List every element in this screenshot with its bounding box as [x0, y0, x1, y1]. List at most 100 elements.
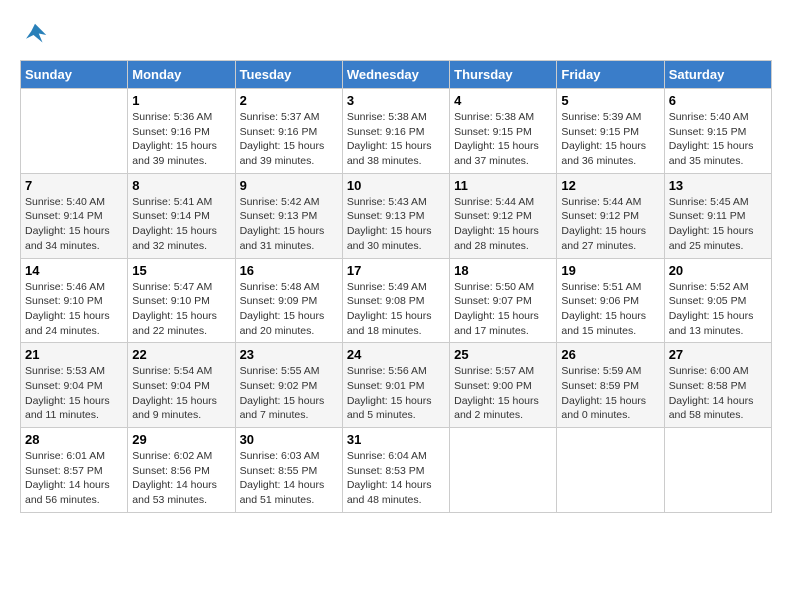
day-details: Sunrise: 5:51 AM Sunset: 9:06 PM Dayligh… [561, 280, 659, 339]
day-details: Sunrise: 5:41 AM Sunset: 9:14 PM Dayligh… [132, 195, 230, 254]
calendar-week-3: 14Sunrise: 5:46 AM Sunset: 9:10 PM Dayli… [21, 258, 772, 343]
day-number: 30 [240, 432, 338, 447]
day-number: 3 [347, 93, 445, 108]
day-details: Sunrise: 5:47 AM Sunset: 9:10 PM Dayligh… [132, 280, 230, 339]
day-number: 23 [240, 347, 338, 362]
day-details: Sunrise: 5:45 AM Sunset: 9:11 PM Dayligh… [669, 195, 767, 254]
calendar-week-5: 28 Sunrise: 6:01 AM Sunset: 8:57 PM Dayli… [21, 428, 772, 513]
day-number: 29 [132, 432, 230, 447]
calendar-cell: 20 Sunrise: 5:52 AM Sunset: 9:05 PM Dayli… [664, 258, 771, 343]
day-number: 8 [132, 178, 230, 193]
weekday-header-friday: Friday [557, 61, 664, 89]
calendar-cell: 13 Sunrise: 5:45 AM Sunset: 9:11 PM Dayli… [664, 173, 771, 258]
calendar-cell: 10 Sunrise: 5:43 AM Sunset: 9:13 PM Dayli… [342, 173, 449, 258]
day-details: Sunrise: 5:56 AM Sunset: 9:01 PM Dayligh… [347, 364, 445, 423]
calendar-cell: 9Sunrise: 5:42 AM Sunset: 9:13 PM Daylig… [235, 173, 342, 258]
day-details: Sunrise: 6:02 AM Sunset: 8:56 PM Dayligh… [132, 449, 230, 508]
day-details: Sunrise: 5:36 AM Sunset: 9:16 PM Dayligh… [132, 110, 230, 169]
day-number: 1 [132, 93, 230, 108]
day-details: Sunrise: 5:50 AM Sunset: 9:07 PM Dayligh… [454, 280, 552, 339]
calendar-week-1: 1 Sunrise: 5:36 AM Sunset: 9:16 PM Daylig… [21, 89, 772, 174]
calendar-cell: 26Sunrise: 5:59 AM Sunset: 8:59 PM Dayli… [557, 343, 664, 428]
logo [20, 20, 56, 50]
calendar-cell: 8 Sunrise: 5:41 AM Sunset: 9:14 PM Daylig… [128, 173, 235, 258]
day-details: Sunrise: 5:57 AM Sunset: 9:00 PM Dayligh… [454, 364, 552, 423]
calendar-cell: 16 Sunrise: 5:48 AM Sunset: 9:09 PM Dayli… [235, 258, 342, 343]
calendar-cell [21, 89, 128, 174]
calendar-cell: 15 Sunrise: 5:47 AM Sunset: 9:10 PM Dayli… [128, 258, 235, 343]
calendar-cell: 17 Sunrise: 5:49 AM Sunset: 9:08 PM Dayli… [342, 258, 449, 343]
header [20, 20, 772, 50]
day-number: 4 [454, 93, 552, 108]
calendar-cell: 7Sunrise: 5:40 AM Sunset: 9:14 PM Daylig… [21, 173, 128, 258]
day-details: Sunrise: 5:43 AM Sunset: 9:13 PM Dayligh… [347, 195, 445, 254]
day-details: Sunrise: 6:01 AM Sunset: 8:57 PM Dayligh… [25, 449, 123, 508]
day-details: Sunrise: 5:49 AM Sunset: 9:08 PM Dayligh… [347, 280, 445, 339]
calendar-cell: 2 Sunrise: 5:37 AM Sunset: 9:16 PM Daylig… [235, 89, 342, 174]
day-number: 20 [669, 263, 767, 278]
day-details: Sunrise: 5:52 AM Sunset: 9:05 PM Dayligh… [669, 280, 767, 339]
day-details: Sunrise: 5:54 AM Sunset: 9:04 PM Dayligh… [132, 364, 230, 423]
day-number: 28 [25, 432, 123, 447]
day-number: 15 [132, 263, 230, 278]
day-number: 31 [347, 432, 445, 447]
day-number: 11 [454, 178, 552, 193]
weekday-header-thursday: Thursday [450, 61, 557, 89]
calendar-cell: 29 Sunrise: 6:02 AM Sunset: 8:56 PM Dayli… [128, 428, 235, 513]
day-number: 16 [240, 263, 338, 278]
day-details: Sunrise: 5:42 AM Sunset: 9:13 PM Dayligh… [240, 195, 338, 254]
day-details: Sunrise: 6:00 AM Sunset: 8:58 PM Dayligh… [669, 364, 767, 423]
calendar-cell: 1 Sunrise: 5:36 AM Sunset: 9:16 PM Daylig… [128, 89, 235, 174]
day-details: Sunrise: 5:40 AM Sunset: 9:15 PM Dayligh… [669, 110, 767, 169]
day-number: 18 [454, 263, 552, 278]
calendar-cell: 28 Sunrise: 6:01 AM Sunset: 8:57 PM Dayli… [21, 428, 128, 513]
day-number: 6 [669, 93, 767, 108]
calendar-week-4: 21Sunrise: 5:53 AM Sunset: 9:04 PM Dayli… [21, 343, 772, 428]
day-number: 22 [132, 347, 230, 362]
calendar-cell: 18 Sunrise: 5:50 AM Sunset: 9:07 PM Dayli… [450, 258, 557, 343]
day-details: Sunrise: 5:44 AM Sunset: 9:12 PM Dayligh… [454, 195, 552, 254]
weekday-header-monday: Monday [128, 61, 235, 89]
day-details: Sunrise: 6:04 AM Sunset: 8:53 PM Dayligh… [347, 449, 445, 508]
calendar-cell: 14Sunrise: 5:46 AM Sunset: 9:10 PM Dayli… [21, 258, 128, 343]
day-details: Sunrise: 5:38 AM Sunset: 9:16 PM Dayligh… [347, 110, 445, 169]
day-number: 12 [561, 178, 659, 193]
weekday-header-tuesday: Tuesday [235, 61, 342, 89]
calendar-cell: 31 Sunrise: 6:04 AM Sunset: 8:53 PM Dayli… [342, 428, 449, 513]
calendar-cell: 22 Sunrise: 5:54 AM Sunset: 9:04 PM Dayli… [128, 343, 235, 428]
calendar-cell: 30Sunrise: 6:03 AM Sunset: 8:55 PM Dayli… [235, 428, 342, 513]
day-details: Sunrise: 5:44 AM Sunset: 9:12 PM Dayligh… [561, 195, 659, 254]
calendar-cell: 11 Sunrise: 5:44 AM Sunset: 9:12 PM Dayli… [450, 173, 557, 258]
calendar-cell: 27 Sunrise: 6:00 AM Sunset: 8:58 PM Dayli… [664, 343, 771, 428]
day-details: Sunrise: 5:38 AM Sunset: 9:15 PM Dayligh… [454, 110, 552, 169]
day-number: 19 [561, 263, 659, 278]
calendar-cell: 6 Sunrise: 5:40 AM Sunset: 9:15 PM Daylig… [664, 89, 771, 174]
calendar-cell [557, 428, 664, 513]
weekday-header-sunday: Sunday [21, 61, 128, 89]
day-number: 26 [561, 347, 659, 362]
calendar-cell: 25Sunrise: 5:57 AM Sunset: 9:00 PM Dayli… [450, 343, 557, 428]
calendar-table: SundayMondayTuesdayWednesdayThursdayFrid… [20, 60, 772, 513]
calendar-cell: 24Sunrise: 5:56 AM Sunset: 9:01 PM Dayli… [342, 343, 449, 428]
calendar-cell [664, 428, 771, 513]
day-details: Sunrise: 5:55 AM Sunset: 9:02 PM Dayligh… [240, 364, 338, 423]
day-number: 13 [669, 178, 767, 193]
weekday-header-wednesday: Wednesday [342, 61, 449, 89]
calendar-cell: 12 Sunrise: 5:44 AM Sunset: 9:12 PM Dayli… [557, 173, 664, 258]
calendar-cell [450, 428, 557, 513]
day-details: Sunrise: 5:46 AM Sunset: 9:10 PM Dayligh… [25, 280, 123, 339]
day-number: 10 [347, 178, 445, 193]
calendar-cell: 19 Sunrise: 5:51 AM Sunset: 9:06 PM Dayli… [557, 258, 664, 343]
day-number: 2 [240, 93, 338, 108]
day-number: 27 [669, 347, 767, 362]
calendar-cell: 3 Sunrise: 5:38 AM Sunset: 9:16 PM Daylig… [342, 89, 449, 174]
day-number: 17 [347, 263, 445, 278]
calendar-cell: 21Sunrise: 5:53 AM Sunset: 9:04 PM Dayli… [21, 343, 128, 428]
day-details: Sunrise: 5:48 AM Sunset: 9:09 PM Dayligh… [240, 280, 338, 339]
day-number: 7 [25, 178, 123, 193]
day-details: Sunrise: 5:37 AM Sunset: 9:16 PM Dayligh… [240, 110, 338, 169]
calendar-cell: 23 Sunrise: 5:55 AM Sunset: 9:02 PM Dayli… [235, 343, 342, 428]
day-details: Sunrise: 5:53 AM Sunset: 9:04 PM Dayligh… [25, 364, 123, 423]
calendar-week-2: 7Sunrise: 5:40 AM Sunset: 9:14 PM Daylig… [21, 173, 772, 258]
day-number: 5 [561, 93, 659, 108]
